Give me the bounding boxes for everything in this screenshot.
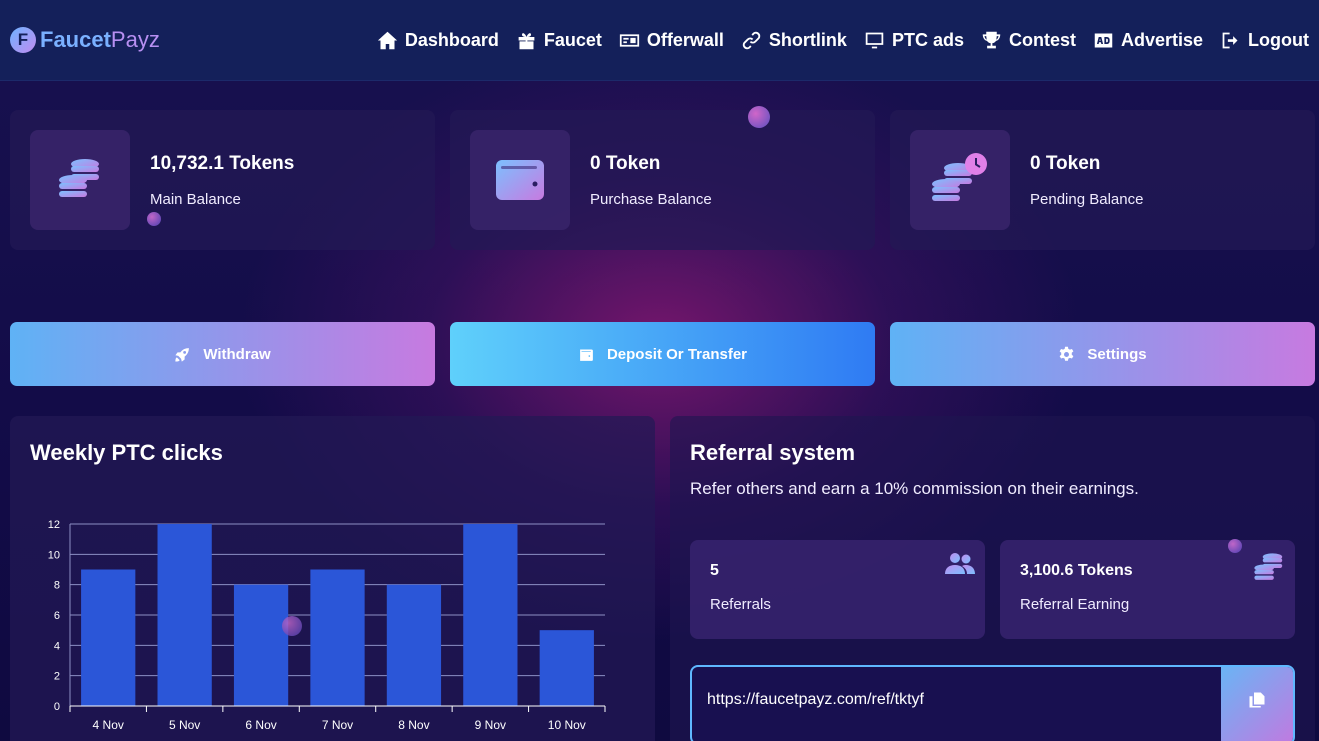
chart-bar <box>386 584 442 706</box>
money-bill-icon <box>619 33 640 47</box>
nav-advertise-label: Advertise <box>1120 29 1204 50</box>
chart-bar <box>539 630 594 706</box>
link-icon <box>742 31 761 49</box>
pending-balance-card: 0 Token Pending Balance <box>890 110 1315 250</box>
coins-clock-icon <box>932 153 987 201</box>
monitor-icon <box>865 32 884 48</box>
referral-title: Referral system <box>690 440 856 465</box>
withdraw-button[interactable]: Withdraw <box>10 322 435 386</box>
referral-description: Refer others and earn a 10% commission o… <box>690 479 1139 498</box>
nav-logout[interactable]: Logout <box>1220 30 1309 51</box>
nav-faucet[interactable]: Faucet <box>516 30 602 51</box>
decor-dot <box>748 106 770 128</box>
chart-bar <box>81 569 136 706</box>
copy-link-button[interactable] <box>1221 667 1293 741</box>
settings-label: Settings <box>1087 345 1147 363</box>
decor-dot <box>1228 539 1242 553</box>
nav-contest[interactable]: Contest <box>981 30 1076 51</box>
wallet-icon <box>496 160 544 200</box>
main-balance-value: 10,732.1 Tokens <box>150 152 295 174</box>
ad-icon <box>1094 33 1113 47</box>
referrals-count-card: 5 Referrals <box>690 540 985 639</box>
decor-dot <box>147 212 161 226</box>
chart-x-tick-label: 5 Nov <box>169 718 200 732</box>
wallet-small-icon <box>580 349 593 361</box>
pending-balance-label: Pending Balance <box>1030 190 1144 208</box>
chart-x-tick-label: 10 Nov <box>548 718 586 732</box>
rocket-icon <box>175 347 190 362</box>
settings-button[interactable]: Settings <box>890 322 1315 386</box>
main-balance-icon-box <box>30 130 130 230</box>
referral-earning-label: Referral Earning <box>1020 596 1130 613</box>
purchase-balance-label: Purchase Balance <box>590 190 712 208</box>
chart-bar <box>463 524 518 706</box>
main-nav: Dashboard Faucet Offerwall Shortlink PTC… <box>377 30 1309 51</box>
withdraw-label: Withdraw <box>203 345 271 363</box>
gift-icon <box>518 32 535 49</box>
chart-y-tick-label: 6 <box>54 610 60 622</box>
chart-y-tick-label: 4 <box>54 640 60 652</box>
chart-x-tick-label: 4 Nov <box>93 718 124 732</box>
nav-offerwall-label: Offerwall <box>646 29 724 50</box>
chart-bar <box>157 524 212 706</box>
weekly-ptc-chart: 0 2 4 6 8 10 12 4 Nov 5 Nov 6 Nov 7 Nov 8 Nov 9 Nov 1… <box>40 512 620 741</box>
home-icon <box>377 31 397 49</box>
top-navbar: F Faucet Payz Dashboard Faucet Offerwall … <box>0 0 1319 81</box>
nav-dashboard[interactable]: Dashboard <box>377 30 499 51</box>
nav-ptc-ads-label: PTC ads <box>891 29 964 50</box>
coins-icon <box>59 159 99 197</box>
referral-earning-value: 3,100.6 Tokens <box>1020 562 1133 579</box>
pending-balance-value: 0 Token <box>1030 152 1101 174</box>
decor-dot <box>282 616 302 636</box>
chart-bar <box>233 584 289 706</box>
main-balance-label: Main Balance <box>150 190 241 208</box>
brand-logo[interactable]: F Faucet Payz <box>10 27 160 53</box>
purchase-balance-card: 0 Token Purchase Balance <box>450 110 875 250</box>
referral-earning-card: 3,100.6 Tokens Referral Earning <box>1000 540 1295 639</box>
main-balance-card: 10,732.1 Tokens Main Balance <box>10 110 435 250</box>
pending-balance-icon-box <box>910 130 1010 230</box>
chart-y-tick-label: 0 <box>54 701 60 713</box>
nav-shortlink-label: Shortlink <box>768 29 847 50</box>
referrals-count-value: 5 <box>710 562 719 579</box>
nav-shortlink[interactable]: Shortlink <box>741 30 847 51</box>
nav-dashboard-label: Dashboard <box>404 29 499 50</box>
chart-x-tick-label: 8 Nov <box>398 718 429 732</box>
weekly-ptc-title: Weekly PTC clicks <box>30 440 223 465</box>
deposit-transfer-button[interactable]: Deposit Or Transfer <box>450 322 875 386</box>
purchase-balance-value: 0 Token <box>590 152 661 174</box>
chart-x-tick-label: 9 Nov <box>475 718 506 732</box>
nav-faucet-label: Faucet <box>543 29 602 50</box>
nav-advertise[interactable]: Advertise <box>1093 30 1203 51</box>
referral-link-text[interactable]: https://faucetpayz.com/ref/tktyf <box>692 691 1221 709</box>
chart-y-tick-label: 10 <box>48 549 60 561</box>
users-icon <box>945 553 975 574</box>
logout-icon <box>1222 32 1238 48</box>
chart-y-tick-label: 2 <box>54 671 60 683</box>
copy-icon <box>1249 692 1265 708</box>
chart-y-tick-label: 8 <box>54 580 60 592</box>
chart-x-tick-label: 7 Nov <box>322 718 353 732</box>
bar-chart: 0 2 4 6 8 10 12 4 Nov 5 Nov 6 Nov 7 Nov 8 Nov 9 Nov 1… <box>48 519 606 732</box>
coins-icon <box>1254 553 1283 580</box>
purchase-balance-icon-box <box>470 130 570 230</box>
nav-offerwall[interactable]: Offerwall <box>619 30 724 51</box>
nav-ptc-ads[interactable]: PTC ads <box>864 30 964 51</box>
nav-contest-label: Contest <box>1008 29 1076 50</box>
chart-bar <box>310 569 365 706</box>
brand-name-part2: Payz <box>110 27 160 52</box>
gear-icon <box>1060 346 1074 361</box>
chart-y-tick-label: 12 <box>48 519 60 531</box>
nav-logout-label: Logout <box>1248 29 1309 50</box>
referrals-count-label: Referrals <box>710 596 771 613</box>
deposit-transfer-label: Deposit Or Transfer <box>606 345 748 363</box>
logo-icon: F <box>10 27 36 53</box>
brand-name-part1: Faucet <box>40 27 111 52</box>
referral-link-box: https://faucetpayz.com/ref/tktyf <box>690 665 1295 741</box>
trophy-icon <box>982 31 1001 48</box>
chart-x-tick-label: 6 Nov <box>245 718 276 732</box>
